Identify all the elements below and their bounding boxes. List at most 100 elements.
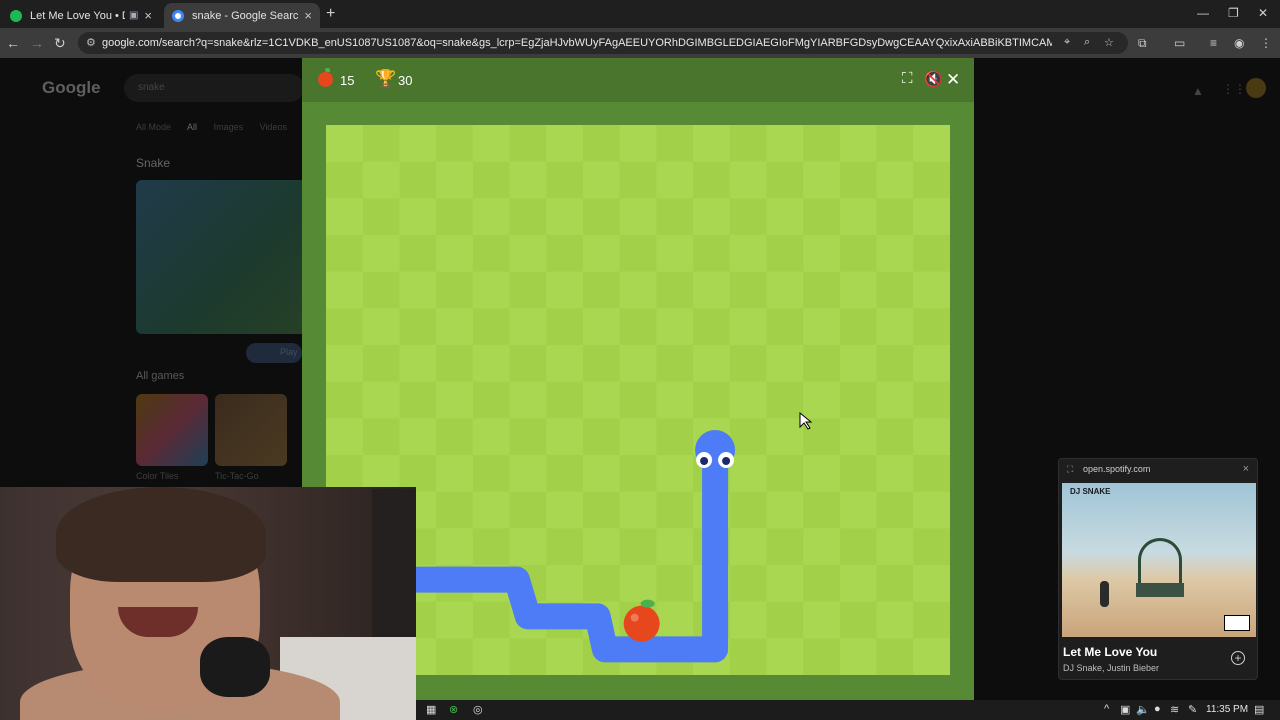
back-icon[interactable]: ← (6, 35, 20, 51)
pavilion-base (1136, 583, 1184, 597)
tray-chevron-icon[interactable]: ^ (1104, 703, 1109, 715)
board-cell (582, 161, 621, 199)
volume-icon[interactable]: 🔈 (1136, 703, 1150, 716)
xbox-icon[interactable]: ⊗ (449, 703, 458, 716)
board-cell (656, 601, 694, 639)
board-cell (913, 638, 950, 675)
close-game-icon[interactable]: ✕ (946, 70, 960, 90)
board-cell (509, 638, 547, 675)
tab-videos[interactable]: Videos (260, 122, 287, 132)
song-artist[interactable]: DJ Snake, Justin Bieber (1063, 663, 1159, 673)
tab-spotify[interactable]: Let Me Love You • DJ Snake ▣ × (2, 3, 160, 28)
board-cell (326, 161, 364, 199)
board-cell (436, 455, 474, 493)
board-cell (399, 381, 437, 419)
board-cell (436, 601, 474, 639)
tray-device-icon[interactable]: ▣ (1120, 703, 1130, 716)
address-bar[interactable]: ⚙ google.com/search?q=snake&rlz=1C1VDKB_… (78, 32, 1128, 54)
board-cell (729, 491, 767, 529)
board-cell (913, 198, 950, 236)
notifications-icon[interactable]: ▤ (1254, 703, 1264, 716)
board-cell (619, 161, 657, 199)
trophy-icon: 🏆 (375, 69, 397, 88)
board-cell (582, 271, 621, 309)
board-cell (326, 308, 364, 346)
apple-leaf (640, 599, 655, 608)
board-cell (582, 418, 621, 456)
tab-images[interactable]: Images (214, 122, 244, 132)
bookmark-star-icon[interactable]: ☆ (1104, 36, 1114, 49)
mic-icon[interactable]: ● (1154, 703, 1161, 715)
search-input[interactable]: snake (124, 74, 304, 102)
board-cell (582, 125, 621, 163)
spotify-favicon-icon (10, 9, 22, 22)
board-cell (509, 455, 547, 493)
media-icon[interactable]: ▭ (1174, 36, 1185, 50)
board-cell (546, 198, 584, 236)
game-tile-tic-tac-go[interactable] (215, 394, 287, 466)
snake-preview-image[interactable] (136, 180, 306, 334)
profile-icon[interactable]: ◉ (1234, 36, 1244, 50)
board-svg (326, 125, 950, 675)
spotify-mini-player[interactable]: ⛶ open.spotify.com × DJ SNAKE Let Me Lov… (1058, 458, 1258, 680)
open-external-icon[interactable]: ⛶ (1067, 464, 1073, 475)
close-tab-icon[interactable]: × (144, 8, 152, 23)
play-button[interactable]: Play (246, 343, 302, 363)
board-cell (876, 601, 914, 639)
board-cell (399, 271, 437, 309)
zoom-icon[interactable]: ⌕ (1084, 36, 1090, 49)
board-cell (913, 455, 950, 493)
new-tab-icon[interactable]: + (326, 5, 335, 23)
pen-icon[interactable]: ✎ (1188, 703, 1197, 716)
board-cell (582, 491, 621, 529)
extensions-icon[interactable]: ⧉ (1138, 36, 1147, 51)
board-cell (729, 271, 767, 309)
game-tile-color-tiles[interactable] (136, 394, 208, 466)
board-cell (436, 125, 474, 163)
tab-all[interactable]: All (187, 122, 197, 132)
board-cell (656, 345, 694, 383)
tab-google-search[interactable]: snake - Google Search × (164, 3, 320, 28)
google-logo[interactable]: Google (42, 78, 101, 98)
restore-icon[interactable]: ❐ (1228, 6, 1239, 20)
start-icon[interactable]: ▦ (426, 703, 436, 716)
mute-icon[interactable]: 🔇 (924, 70, 943, 88)
fullscreen-icon[interactable]: ⛶ (902, 70, 913, 87)
wifi-icon[interactable]: ≋ (1170, 703, 1179, 716)
board-cell (326, 198, 364, 236)
board-cell (766, 638, 804, 675)
reload-icon[interactable]: ↻ (54, 35, 66, 52)
board-cell (766, 601, 804, 639)
board-cell (876, 565, 914, 603)
board-cell (582, 528, 621, 566)
clock[interactable]: 11:35 PM (1206, 704, 1248, 715)
board-cell (399, 418, 437, 456)
background-door (372, 489, 416, 639)
menu-icon[interactable]: ⋮ (1260, 36, 1272, 50)
board-cell (803, 161, 841, 199)
url-text[interactable]: google.com/search?q=snake&rlz=1C1VDKB_en… (102, 37, 1052, 49)
board-cell (399, 235, 437, 273)
apps-grid-icon[interactable]: ⋮⋮ (1222, 82, 1246, 96)
account-avatar[interactable] (1246, 78, 1266, 98)
board-cell (656, 161, 694, 199)
location-icon[interactable]: ⌖ (1064, 36, 1070, 49)
game-board[interactable] (326, 125, 950, 675)
board-cell (803, 125, 841, 163)
close-player-icon[interactable]: × (1243, 463, 1249, 475)
tab-search-icon[interactable]: ≡ (1210, 36, 1217, 50)
close-tab-icon[interactable]: × (304, 8, 312, 23)
minimize-icon[interactable]: — (1197, 6, 1209, 20)
close-window-icon[interactable]: ✕ (1258, 6, 1268, 20)
tab-all-mode[interactable]: All Mode (136, 122, 171, 132)
add-to-library-icon[interactable]: + (1231, 651, 1245, 665)
board-cell (326, 235, 364, 273)
labs-icon[interactable]: ▲ (1192, 84, 1204, 98)
site-info-icon[interactable]: ⚙ (86, 36, 96, 49)
apple-icon (318, 68, 333, 87)
song-title[interactable]: Let Me Love You (1063, 645, 1157, 659)
tab-audio-icon[interactable]: ▣ (129, 10, 138, 21)
forward-icon[interactable]: → (30, 35, 44, 51)
board-cell (803, 381, 841, 419)
chrome-taskbar-icon[interactable]: ◎ (473, 703, 483, 716)
